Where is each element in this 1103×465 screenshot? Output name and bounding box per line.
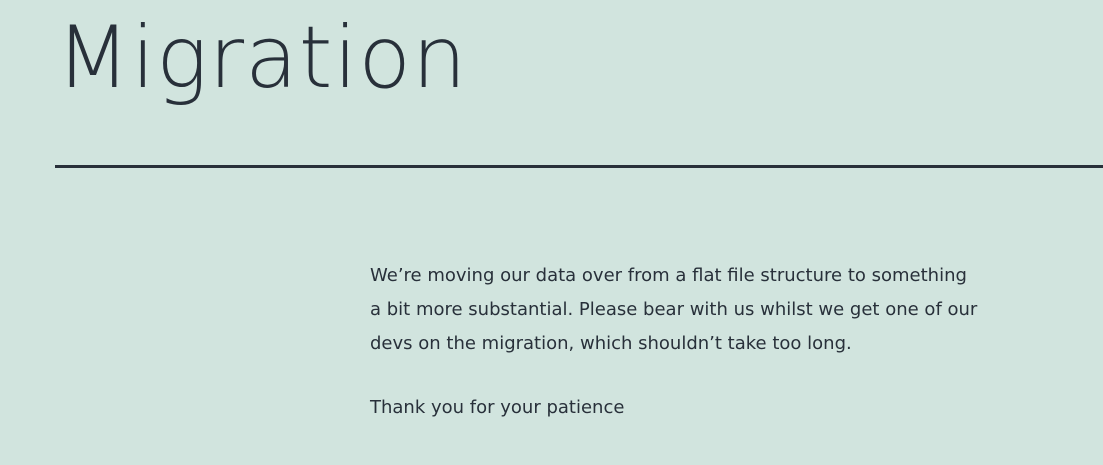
page-title: Migration (56, 8, 468, 108)
title-divider (55, 165, 1103, 168)
thank-you-message: Thank you for your patience (370, 397, 625, 418)
migration-page: Migration We’re moving our data over fro… (0, 0, 1103, 465)
migration-message: We’re moving our data over from a flat f… (370, 265, 978, 354)
message-content: We’re moving our data over from a flat f… (370, 259, 980, 425)
